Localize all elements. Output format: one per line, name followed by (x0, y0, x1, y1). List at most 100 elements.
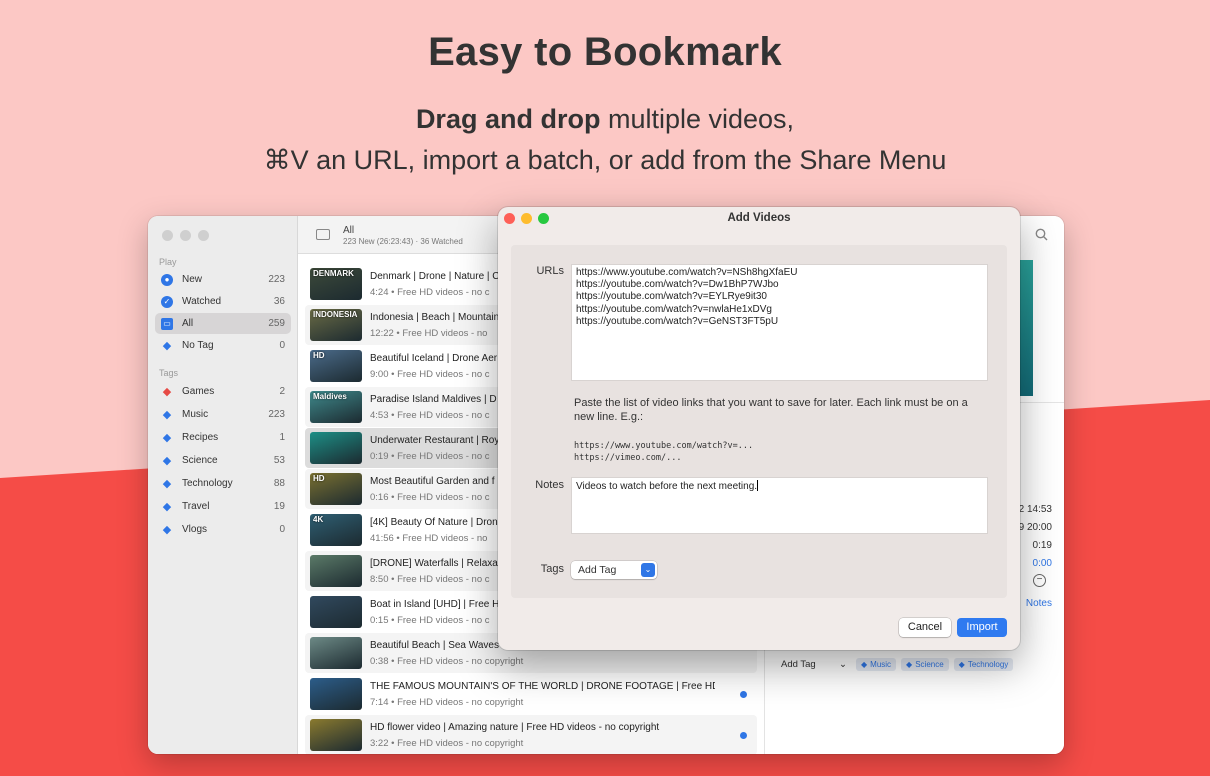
sidebar-item-no-tag[interactable]: ◆ No Tag 0 (155, 335, 291, 356)
notes-textarea[interactable]: Videos to watch before the next meeting. (571, 477, 988, 534)
sidebar-item-label: Watched (182, 296, 222, 307)
sidebar-item-all[interactable]: ▭ All 259 (155, 313, 291, 334)
tag-icon: ◆ (162, 454, 172, 467)
tag-icon: ◆ (162, 431, 172, 444)
thumbnail-label: INDONESIA (313, 310, 358, 319)
tags-select-value: Add Tag (578, 564, 617, 576)
tag-chip-technology[interactable]: ◆ Technology (953, 657, 1014, 671)
dialog-title: Add Videos (727, 212, 791, 224)
zoom-button[interactable] (198, 230, 209, 241)
close-button[interactable] (162, 230, 173, 241)
detail-value[interactable]: 0:00 (1033, 558, 1052, 569)
tag-icon: ◆ (162, 523, 172, 536)
tag-chip-label: Technology (967, 659, 1009, 669)
subheadline-bold: Drag and drop (415, 104, 601, 134)
sidebar-item-label: Science (182, 455, 218, 466)
video-thumbnail: Maldives (310, 391, 362, 423)
tag-chip-label: Music (870, 659, 892, 669)
minus-circle-icon[interactable]: − (1033, 574, 1046, 587)
sidebar-item-games[interactable]: ◆ Games 2 (155, 381, 291, 402)
tag-chip-science[interactable]: ◆ Science (901, 657, 949, 671)
video-thumbnail (310, 719, 362, 751)
minimize-button[interactable] (180, 230, 191, 241)
sidebar-item-count: 0 (279, 340, 285, 351)
checkmark-icon: ✓ (161, 295, 173, 308)
sidebar-item-count: 223 (268, 409, 285, 420)
tag-icon: ◆ (162, 385, 172, 398)
sidebar-item-count: 88 (273, 478, 285, 489)
section-tags: Tags (159, 368, 179, 378)
subheadline-line1: Drag and drop multiple videos, (0, 104, 1210, 135)
video-thumbnail (310, 678, 362, 710)
list-subtitle: 223 New (26:23:43) · 36 Watched (343, 237, 463, 246)
text-cursor (757, 480, 759, 491)
thumbnail-label: HD (313, 351, 325, 360)
sidebar-item-recipes[interactable]: ◆ Recipes 1 (155, 427, 291, 448)
tags-select[interactable]: Add Tag ⌄ (571, 561, 657, 579)
video-thumbnail: DENMARK (310, 268, 362, 300)
sidebar-item-count: 19 (273, 501, 285, 512)
video-thumbnail (310, 637, 362, 669)
video-meta: 7:14 • Free HD videos - no copyright (370, 697, 524, 708)
sidebar-item-label: Recipes (182, 432, 219, 443)
notes-link[interactable]: Notes (1026, 598, 1052, 609)
tag-slash-icon: ◆ (162, 339, 172, 352)
tag-icon: ◆ (861, 659, 868, 669)
window-controls (162, 230, 209, 241)
sidebar-item-label: Games (182, 386, 215, 397)
video-thumbnail (310, 555, 362, 587)
notes-label: Notes (535, 479, 564, 491)
detail-value: 9 20:00 (1018, 522, 1052, 533)
sidebar-item-count: 36 (273, 296, 285, 307)
unread-dot (740, 732, 747, 739)
add-tag-select[interactable]: Add Tag ⌄ (775, 656, 851, 672)
video-thumbnail: 4K (310, 514, 362, 546)
video-thumbnail: INDONESIA (310, 309, 362, 341)
add-tag-label: Add Tag (781, 658, 816, 670)
urls-label: URLs (536, 265, 564, 277)
video-thumbnail (310, 432, 362, 464)
sidebar-item-count: 259 (268, 318, 285, 329)
subheadline-rest: multiple videos, (600, 104, 795, 134)
subheadline-line2: ⌘V an URL, import a batch, or add from t… (263, 145, 947, 175)
video-row[interactable]: THE FAMOUS MOUNTAIN'S OF THE WORLD | DRO… (305, 674, 757, 714)
tag-chip-label: Science (915, 659, 944, 669)
sidebar-item-vlogs[interactable]: ◆ Vlogs 0 (155, 519, 291, 540)
sidebar-item-new[interactable]: ● New 223 (155, 269, 291, 290)
thumbnail-label: DENMARK (313, 269, 354, 278)
import-button[interactable]: Import (957, 618, 1007, 637)
chevron-down-icon: ⌄ (641, 563, 655, 577)
dialog-form: URLs https://www.youtube.com/watch?v=NSh… (511, 245, 1007, 598)
new-icon: ● (161, 273, 173, 286)
tag-icon: ◆ (162, 408, 172, 421)
sidebar-item-technology[interactable]: ◆ Technology 88 (155, 473, 291, 494)
video-row[interactable]: HD flower video | Amazing nature | Free … (305, 715, 757, 754)
video-title: HD flower video | Amazing nature | Free … (370, 722, 660, 733)
sidebar-item-label: All (182, 318, 194, 329)
sidebar-item-label: Vlogs (182, 524, 208, 535)
sidebar-item-label: Technology (182, 478, 233, 489)
cancel-button[interactable]: Cancel (899, 618, 951, 637)
add-videos-dialog: Add Videos URLs https://www.youtube.com/… (498, 207, 1020, 650)
sidebar-item-watched[interactable]: ✓ Watched 36 (155, 291, 291, 312)
sidebar-toggle-icon[interactable] (316, 229, 330, 240)
tag-icon: ◆ (958, 659, 965, 669)
urls-textarea[interactable]: https://www.youtube.com/watch?v=NSh8hgXf… (571, 264, 988, 381)
sidebar-item-music[interactable]: ◆ Music 223 (155, 404, 291, 425)
sidebar-item-count: 53 (273, 455, 285, 466)
sidebar-item-count: 2 (279, 386, 285, 397)
thumbnail-label: Maldives (313, 392, 347, 401)
video-title: THE FAMOUS MOUNTAIN'S OF THE WORLD | DRO… (370, 681, 715, 692)
video-thumbnail (310, 596, 362, 628)
tag-icon: ◆ (162, 500, 172, 513)
tag-icon: ◆ (906, 659, 913, 669)
sidebar-item-travel[interactable]: ◆ Travel 19 (155, 496, 291, 517)
video-meta: 3:22 • Free HD videos - no copyright (370, 738, 524, 749)
video-thumbnail: HD (310, 350, 362, 382)
search-icon[interactable] (1035, 228, 1048, 241)
urls-help-example: https://www.youtube.com/watch?v=... http… (574, 441, 754, 463)
thumbnail-label: 4K (313, 515, 324, 524)
unread-dot (740, 691, 747, 698)
sidebar-item-science[interactable]: ◆ Science 53 (155, 450, 291, 471)
tag-chip-music[interactable]: ◆ Music (856, 657, 897, 671)
